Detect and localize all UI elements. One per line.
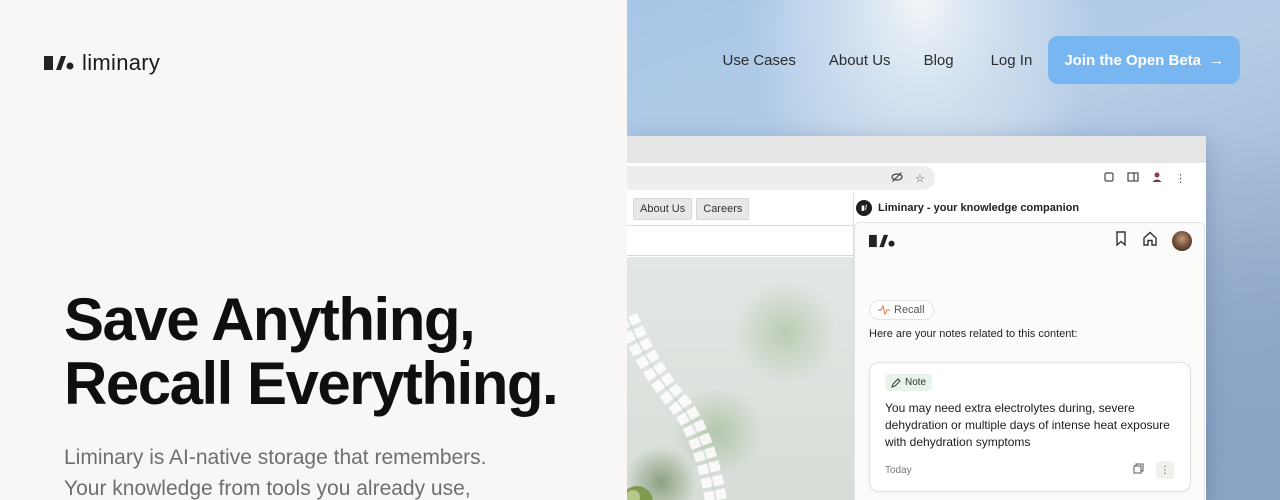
right-pane: Use Cases About Us Blog Log In Join the … (627, 0, 1280, 500)
glass-beads-illustration (627, 312, 727, 500)
nav-log-in[interactable]: Log In (991, 52, 1033, 69)
page-tab-about-us: About Us (633, 198, 693, 220)
note-label: Note (905, 377, 927, 388)
side-panel-icon (1127, 171, 1139, 186)
hero-subtitle-line-1: Liminary is AI-native storage that remem… (64, 446, 487, 469)
nav-blog[interactable]: Blog (924, 52, 954, 69)
page-search-strip (627, 226, 853, 256)
home-icon[interactable] (1142, 231, 1158, 251)
sidebar-toolbar (855, 223, 1204, 259)
sidebar-actions (1114, 231, 1192, 251)
arrow-right-icon: → (1209, 51, 1224, 69)
page-tabs: About Us Careers (627, 193, 853, 220)
note-chip: Note (885, 374, 933, 391)
bookmark-icon[interactable] (1114, 231, 1128, 251)
page-tab-careers: Careers (696, 198, 750, 220)
copy-icon[interactable] (1133, 463, 1144, 477)
brand-name: liminary (82, 50, 161, 75)
nav-use-cases[interactable]: Use Cases (723, 52, 796, 69)
hero-subtitle: Liminary is AI-native storage that remem… (64, 442, 584, 500)
hero-line-2: Recall Everything. (64, 350, 559, 417)
browser-tab-bar (627, 136, 1206, 163)
pulse-icon (878, 305, 890, 315)
user-avatar[interactable] (1172, 231, 1192, 251)
eye-off-icon (891, 171, 903, 186)
page-hero-image (627, 257, 853, 500)
browser-url-bar: ☆ ⋮ (627, 163, 1206, 193)
note-footer: Today ⋮ (885, 461, 1174, 479)
hero-line-1: Save Anything, (64, 286, 476, 353)
liminary-mini-logo-icon: ▮/ (856, 199, 872, 216)
more-options-icon[interactable]: ⋮ (1156, 461, 1174, 479)
sidebar-header: ▮/ Liminary - your knowledge companion (854, 193, 1206, 222)
profile-icon (1151, 171, 1163, 186)
liminary-logo-small-icon (869, 234, 895, 248)
top-nav: Use Cases About Us Blog Log In Join the … (723, 36, 1240, 84)
extension-icon (1103, 171, 1115, 186)
cta-label: Join the Open Beta (1064, 51, 1201, 69)
note-body: You may need extra electrolytes during, … (885, 401, 1170, 449)
hero-title: Save Anything, Recall Everything. (64, 286, 559, 417)
recall-intro: Here are your notes related to this cont… (869, 328, 1078, 340)
pencil-icon (891, 377, 901, 388)
star-icon: ☆ (915, 172, 925, 185)
browser-toolbar-icons: ⋮ (1103, 163, 1206, 193)
sidebar-panel: Recall Here are your notes related to th… (854, 222, 1205, 500)
recall-chip: Recall (869, 300, 934, 320)
kebab-menu-icon: ⋮ (1175, 172, 1186, 185)
liminary-sidebar: ▮/ Liminary - your knowledge companion R… (853, 193, 1206, 500)
nav-about-us[interactable]: About Us (829, 52, 891, 69)
join-open-beta-button[interactable]: Join the Open Beta → (1048, 36, 1240, 84)
browser-mockup: ☆ ⋮ About Us Careers ▮/ Liminary - your … (627, 136, 1206, 500)
sidebar-title: Liminary - your knowledge companion (878, 201, 1080, 214)
liminary-logo-icon (44, 56, 74, 70)
web-page-preview: About Us Careers (627, 193, 853, 500)
note-card[interactable]: Note You may need extra electrolytes dur… (869, 362, 1191, 492)
left-pane: liminary Save Anything, Recall Everythin… (0, 0, 627, 500)
address-field-icons: ☆ (891, 166, 925, 190)
recall-label: Recall (894, 304, 925, 316)
logo[interactable]: liminary (44, 50, 160, 76)
address-field (627, 166, 935, 190)
note-actions: ⋮ (1133, 461, 1174, 479)
note-date: Today (885, 464, 912, 476)
hero-subtitle-line-2: Your knowledge from tools you already us… (64, 477, 471, 500)
